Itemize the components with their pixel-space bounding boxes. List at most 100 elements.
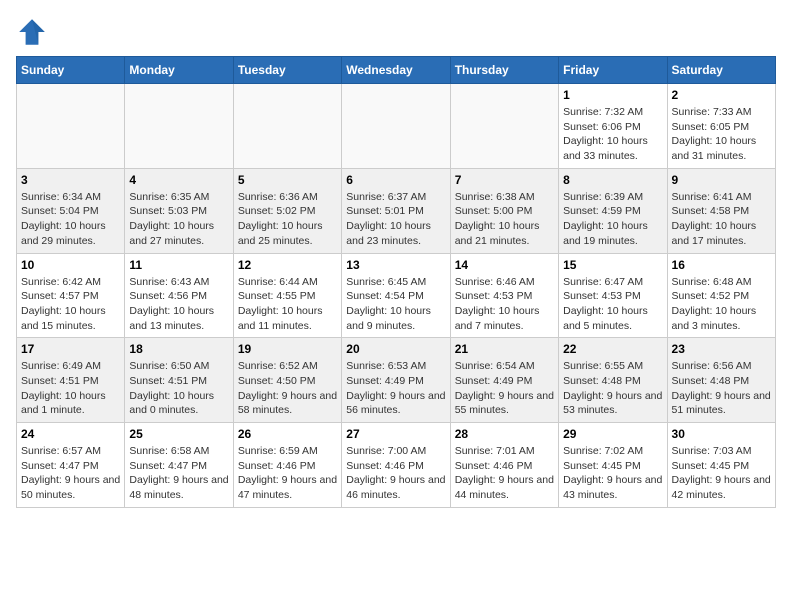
day-number: 9 (672, 173, 771, 187)
day-info: Sunrise: 6:35 AM Sunset: 5:03 PM Dayligh… (129, 190, 228, 249)
day-info: Sunrise: 7:33 AM Sunset: 6:05 PM Dayligh… (672, 105, 771, 164)
day-info: Sunrise: 7:00 AM Sunset: 4:46 PM Dayligh… (346, 444, 445, 503)
calendar-cell: 15Sunrise: 6:47 AM Sunset: 4:53 PM Dayli… (559, 253, 667, 338)
day-info: Sunrise: 6:42 AM Sunset: 4:57 PM Dayligh… (21, 275, 120, 334)
day-number: 21 (455, 342, 554, 356)
logo-icon (16, 16, 48, 48)
calendar-cell: 22 Sunrise: 6:55 AM Sunset: 4:48 PM Dayli… (559, 338, 667, 423)
day-info: Sunrise: 6:47 AM Sunset: 4:53 PM Dayligh… (563, 275, 662, 334)
calendar-cell: 5 Sunrise: 6:36 AM Sunset: 5:02 PM Daylig… (233, 168, 341, 253)
day-info: Sunrise: 6:52 AM Sunset: 4:50 PM Dayligh… (238, 359, 337, 418)
calendar-cell (233, 84, 341, 169)
day-info: Sunrise: 6:56 AM Sunset: 4:48 PM Dayligh… (672, 359, 771, 418)
calendar-cell: 10 Sunrise: 6:42 AM Sunset: 4:57 PM Dayli… (17, 253, 125, 338)
weekday-header-row: SundayMondayTuesdayWednesdayThursdayFrid… (17, 57, 776, 84)
day-number: 11 (129, 258, 228, 272)
calendar-cell (342, 84, 450, 169)
page-header (16, 16, 776, 48)
day-info: Sunrise: 6:34 AM Sunset: 5:04 PM Dayligh… (21, 190, 120, 249)
calendar-cell: 13Sunrise: 6:45 AM Sunset: 4:54 PM Dayli… (342, 253, 450, 338)
day-info: Sunrise: 6:49 AM Sunset: 4:51 PM Dayligh… (21, 359, 120, 418)
logo (16, 16, 52, 48)
day-number: 5 (238, 173, 337, 187)
calendar-cell: 20Sunrise: 6:53 AM Sunset: 4:49 PM Dayli… (342, 338, 450, 423)
calendar-cell: 25 Sunrise: 6:58 AM Sunset: 4:47 PM Dayli… (125, 423, 233, 508)
weekday-header-thursday: Thursday (450, 57, 558, 84)
day-number: 28 (455, 427, 554, 441)
weekday-header-monday: Monday (125, 57, 233, 84)
day-info: Sunrise: 6:59 AM Sunset: 4:46 PM Dayligh… (238, 444, 337, 503)
day-info: Sunrise: 6:44 AM Sunset: 4:55 PM Dayligh… (238, 275, 337, 334)
calendar-cell: 6Sunrise: 6:37 AM Sunset: 5:01 PM Daylig… (342, 168, 450, 253)
calendar-cell: 14 Sunrise: 6:46 AM Sunset: 4:53 PM Dayli… (450, 253, 558, 338)
calendar-cell: 23 Sunrise: 6:56 AM Sunset: 4:48 PM Dayli… (667, 338, 775, 423)
day-number: 24 (21, 427, 120, 441)
calendar-cell: 12Sunrise: 6:44 AM Sunset: 4:55 PM Dayli… (233, 253, 341, 338)
calendar-cell: 19 Sunrise: 6:52 AM Sunset: 4:50 PM Dayli… (233, 338, 341, 423)
day-info: Sunrise: 6:43 AM Sunset: 4:56 PM Dayligh… (129, 275, 228, 334)
calendar-week-4: 17 Sunrise: 6:49 AM Sunset: 4:51 PM Dayli… (17, 338, 776, 423)
calendar-cell: 26 Sunrise: 6:59 AM Sunset: 4:46 PM Dayli… (233, 423, 341, 508)
calendar-cell: 18 Sunrise: 6:50 AM Sunset: 4:51 PM Dayli… (125, 338, 233, 423)
calendar-body: 1 Sunrise: 7:32 AM Sunset: 6:06 PM Daylig… (17, 84, 776, 508)
calendar-cell: 3 Sunrise: 6:34 AM Sunset: 5:04 PM Daylig… (17, 168, 125, 253)
day-info: Sunrise: 6:38 AM Sunset: 5:00 PM Dayligh… (455, 190, 554, 249)
day-number: 23 (672, 342, 771, 356)
day-info: Sunrise: 6:50 AM Sunset: 4:51 PM Dayligh… (129, 359, 228, 418)
day-info: Sunrise: 6:41 AM Sunset: 4:58 PM Dayligh… (672, 190, 771, 249)
day-number: 7 (455, 173, 554, 187)
day-number: 30 (672, 427, 771, 441)
day-info: Sunrise: 6:36 AM Sunset: 5:02 PM Dayligh… (238, 190, 337, 249)
day-number: 22 (563, 342, 662, 356)
calendar-cell: 21 Sunrise: 6:54 AM Sunset: 4:49 PM Dayli… (450, 338, 558, 423)
calendar-cell: 17 Sunrise: 6:49 AM Sunset: 4:51 PM Dayli… (17, 338, 125, 423)
calendar-cell: 9 Sunrise: 6:41 AM Sunset: 4:58 PM Daylig… (667, 168, 775, 253)
calendar-cell: 24 Sunrise: 6:57 AM Sunset: 4:47 PM Dayli… (17, 423, 125, 508)
day-number: 14 (455, 258, 554, 272)
day-info: Sunrise: 7:02 AM Sunset: 4:45 PM Dayligh… (563, 444, 662, 503)
day-info: Sunrise: 6:45 AM Sunset: 4:54 PM Dayligh… (346, 275, 445, 334)
day-number: 16 (672, 258, 771, 272)
weekday-header-friday: Friday (559, 57, 667, 84)
day-info: Sunrise: 6:57 AM Sunset: 4:47 PM Dayligh… (21, 444, 120, 503)
day-info: Sunrise: 7:32 AM Sunset: 6:06 PM Dayligh… (563, 105, 662, 164)
day-number: 2 (672, 88, 771, 102)
weekday-header-wednesday: Wednesday (342, 57, 450, 84)
day-number: 3 (21, 173, 120, 187)
day-info: Sunrise: 6:46 AM Sunset: 4:53 PM Dayligh… (455, 275, 554, 334)
calendar-cell: 8Sunrise: 6:39 AM Sunset: 4:59 PM Daylig… (559, 168, 667, 253)
calendar-week-1: 1 Sunrise: 7:32 AM Sunset: 6:06 PM Daylig… (17, 84, 776, 169)
day-number: 26 (238, 427, 337, 441)
calendar-cell: 27 Sunrise: 7:00 AM Sunset: 4:46 PM Dayli… (342, 423, 450, 508)
day-info: Sunrise: 6:58 AM Sunset: 4:47 PM Dayligh… (129, 444, 228, 503)
calendar-cell: 11 Sunrise: 6:43 AM Sunset: 4:56 PM Dayli… (125, 253, 233, 338)
calendar-header: SundayMondayTuesdayWednesdayThursdayFrid… (17, 57, 776, 84)
calendar-week-5: 24 Sunrise: 6:57 AM Sunset: 4:47 PM Dayli… (17, 423, 776, 508)
day-number: 10 (21, 258, 120, 272)
day-number: 29 (563, 427, 662, 441)
day-info: Sunrise: 6:39 AM Sunset: 4:59 PM Dayligh… (563, 190, 662, 249)
day-info: Sunrise: 6:55 AM Sunset: 4:48 PM Dayligh… (563, 359, 662, 418)
calendar-cell: 4 Sunrise: 6:35 AM Sunset: 5:03 PM Daylig… (125, 168, 233, 253)
calendar-cell: 29 Sunrise: 7:02 AM Sunset: 4:45 PM Dayli… (559, 423, 667, 508)
day-number: 17 (21, 342, 120, 356)
day-number: 6 (346, 173, 445, 187)
calendar-cell (125, 84, 233, 169)
day-number: 25 (129, 427, 228, 441)
calendar-cell (450, 84, 558, 169)
calendar-cell (17, 84, 125, 169)
day-number: 19 (238, 342, 337, 356)
day-info: Sunrise: 6:54 AM Sunset: 4:49 PM Dayligh… (455, 359, 554, 418)
day-number: 18 (129, 342, 228, 356)
calendar-table: SundayMondayTuesdayWednesdayThursdayFrid… (16, 56, 776, 508)
weekday-header-tuesday: Tuesday (233, 57, 341, 84)
weekday-header-sunday: Sunday (17, 57, 125, 84)
calendar-cell: 1 Sunrise: 7:32 AM Sunset: 6:06 PM Daylig… (559, 84, 667, 169)
calendar-cell: 16Sunrise: 6:48 AM Sunset: 4:52 PM Dayli… (667, 253, 775, 338)
calendar-cell: 2 Sunrise: 7:33 AM Sunset: 6:05 PM Daylig… (667, 84, 775, 169)
day-number: 27 (346, 427, 445, 441)
day-number: 1 (563, 88, 662, 102)
calendar-cell: 28 Sunrise: 7:01 AM Sunset: 4:46 PM Dayli… (450, 423, 558, 508)
day-number: 4 (129, 173, 228, 187)
day-info: Sunrise: 7:01 AM Sunset: 4:46 PM Dayligh… (455, 444, 554, 503)
